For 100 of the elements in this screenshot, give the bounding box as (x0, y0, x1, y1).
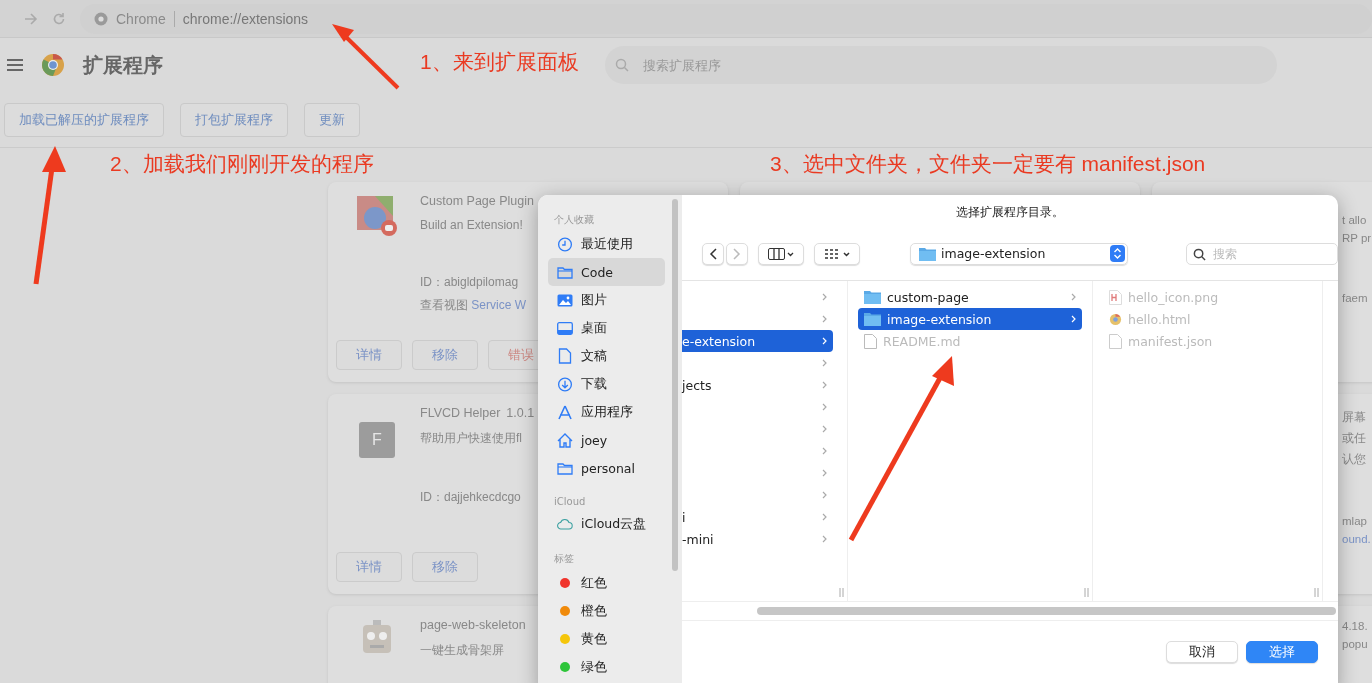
sidebar-item[interactable]: 应用程序 (548, 398, 665, 426)
resize-handle-icon[interactable] (1084, 588, 1089, 597)
home-icon (557, 432, 573, 448)
forward-arrow-icon[interactable] (24, 11, 38, 26)
chevron-right-icon (822, 513, 827, 521)
chevron-right-icon (733, 247, 741, 260)
extension-description: 一键生成骨架屏 (420, 642, 505, 659)
extension-name: Custom Page Plugin (420, 194, 534, 208)
choose-button[interactable]: 选择 (1246, 641, 1318, 663)
card-text: 认您 (1342, 452, 1367, 467)
file-row[interactable]: image-extension (858, 308, 1082, 330)
file-icon (864, 333, 877, 349)
stepper-icon (1110, 245, 1125, 262)
download-icon (557, 376, 573, 392)
card-text: 4.18. (1342, 620, 1369, 632)
grid-view-button[interactable] (814, 242, 860, 265)
sidebar-item[interactable]: 图片 (548, 286, 665, 314)
sidebar-heading: 标签 (554, 552, 575, 566)
sidebar-heading: iCloud (554, 496, 587, 507)
extension-description: Build an Extension! (420, 218, 524, 232)
sidebar-item[interactable]: Code (548, 258, 665, 286)
page-title: 扩展程序 (83, 52, 163, 78)
sidebar-item[interactable]: 橙色 (548, 597, 665, 625)
card-text: RP pr (1342, 232, 1372, 244)
chevron-right-icon (822, 491, 827, 499)
sidebar-item[interactable]: personal (548, 454, 665, 482)
folder-icon (919, 246, 936, 261)
file-row[interactable]: custom-page (858, 286, 1082, 308)
annotation-text: 1、来到扩展面板 (420, 49, 579, 75)
image-file-icon (1109, 289, 1122, 305)
extension-name: FLVCD Helper (420, 406, 501, 420)
scrollbar[interactable] (672, 199, 678, 571)
chevron-right-icon (822, 469, 827, 477)
chevron-right-icon (1071, 315, 1076, 323)
chrome-logo-icon (41, 53, 65, 77)
card-text: mlap (1342, 515, 1368, 527)
folder-row[interactable]: jects (682, 374, 833, 396)
chrome-logo-icon (94, 11, 108, 26)
forward-button[interactable] (726, 242, 748, 265)
folder-icon (864, 312, 881, 326)
extension-description: 帮助用户快速使用fl (420, 430, 523, 447)
folder-icon (557, 265, 573, 279)
extension-logo-icon (357, 196, 397, 238)
document-icon (557, 348, 573, 364)
back-button[interactable] (702, 242, 724, 265)
menu-icon[interactable] (7, 58, 23, 72)
resize-handle-icon[interactable] (839, 588, 844, 597)
chevron-right-icon (822, 315, 827, 323)
card-text: 屏幕 (1342, 410, 1367, 425)
chevron-left-icon (709, 247, 717, 260)
sidebar-item[interactable]: 下载 (548, 370, 665, 398)
arrow (332, 24, 400, 90)
cancel-button[interactable]: 取消 (1166, 641, 1238, 663)
path-dropdown[interactable]: image-extension (910, 242, 1128, 265)
extension-name: page-web-skeleton (420, 618, 526, 632)
sidebar-item[interactable]: joey (548, 426, 665, 454)
sidebar-heading: 个人收藏 (554, 213, 595, 227)
folder-icon (557, 461, 573, 475)
chevron-right-icon (822, 535, 827, 543)
reload-icon[interactable] (52, 11, 66, 26)
dialog-title: 选择扩展程序目录。 (955, 204, 1065, 221)
photo-icon (557, 293, 573, 307)
folder-row[interactable]: -mini (682, 528, 833, 550)
views-label: 查看视图 (420, 298, 468, 312)
chevron-right-icon (822, 425, 827, 433)
column-view-button[interactable] (758, 242, 804, 265)
card-text: popu (1342, 638, 1369, 650)
browser-file-icon (1109, 312, 1122, 326)
url-text: chrome://extensions (182, 10, 309, 27)
sidebar-item[interactable]: 绿色 (548, 653, 665, 681)
chevron-right-icon (822, 381, 827, 389)
search-field[interactable]: 搜索 (1186, 242, 1338, 265)
sidebar-item[interactable]: 最近使用 (548, 230, 665, 258)
chevron-right-icon (822, 403, 827, 411)
columns-icon (768, 247, 794, 260)
chevron-right-icon (822, 447, 827, 455)
extension-letter-icon: F (359, 422, 395, 458)
sidebar-item[interactable]: iCloud云盘 (548, 510, 665, 538)
apps-icon (557, 404, 573, 420)
annotation-text: 3、选中文件夹，文件夹一定要有 manifest.json (770, 151, 1206, 177)
desktop-icon (557, 321, 573, 335)
card-text: t allo (1342, 214, 1368, 226)
extension-id: ID：abigldpilomag (420, 274, 520, 291)
extension-id: ID：dajjehkecdcgo (420, 489, 522, 506)
chevron-right-icon (822, 337, 827, 345)
annotation-text: 2、加载我们刚刚开发的程序 (110, 151, 374, 177)
sidebar-item[interactable]: 黄色 (548, 625, 665, 653)
resize-handle-icon[interactable] (1314, 588, 1319, 597)
file-icon (1109, 333, 1122, 349)
scrollbar[interactable] (757, 607, 1336, 615)
card-text: faem (1342, 292, 1369, 304)
sidebar-item[interactable]: 桌面 (548, 314, 665, 342)
clock-icon (557, 236, 573, 252)
folder-row[interactable]: e-extension (682, 330, 833, 352)
folder-icon (864, 290, 881, 304)
site-label: Chrome (116, 10, 175, 27)
cloud-icon (557, 517, 573, 531)
chevron-right-icon (1071, 293, 1076, 301)
folder-row[interactable]: i (682, 506, 833, 528)
sidebar-item[interactable]: 红色 (548, 569, 665, 597)
